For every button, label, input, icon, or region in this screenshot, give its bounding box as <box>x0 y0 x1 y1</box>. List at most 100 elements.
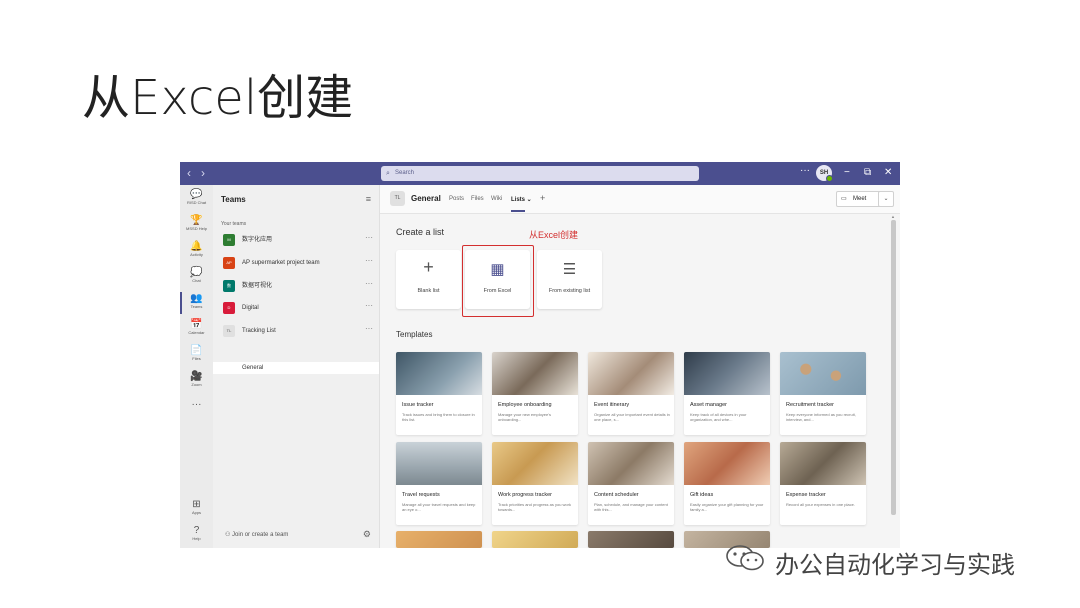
rail-item-risd-chat[interactable]: 💬 RISD Chat <box>180 189 213 206</box>
wechat-icon <box>726 545 764 571</box>
teams-panel-title: Teams <box>221 195 246 204</box>
rail-item-files[interactable]: 📄 Files <box>180 345 213 362</box>
template-card[interactable]: Event itinerary Organize all your import… <box>588 352 674 435</box>
team-item[interactable]: M 数字化应用 ··· <box>223 233 373 248</box>
rail-item-apps[interactable]: ⊞ Apps <box>180 499 213 516</box>
filter-icon[interactable]: ≡ <box>366 194 371 204</box>
teams-icon: 👥 <box>190 293 203 304</box>
team-item[interactable]: 数 数据可视化 ··· <box>223 279 373 294</box>
rail-item-teams[interactable]: 👥 Teams <box>180 293 213 310</box>
gear-icon[interactable]: ⚙ <box>363 529 371 540</box>
tab-files[interactable]: Files <box>471 196 484 202</box>
rail-item-mssd-help[interactable]: 🏆 MSSD Help <box>180 215 213 232</box>
tab-wiki[interactable]: Wiki <box>491 196 502 202</box>
rail-item-chat[interactable]: 💭 Chat <box>180 267 213 284</box>
template-card[interactable]: Expense tracker Record all your expenses… <box>780 442 866 525</box>
card-label: Blank list <box>417 288 440 294</box>
rail-label: Zoom <box>191 382 202 387</box>
team-more-button[interactable]: ··· <box>365 324 373 333</box>
template-card[interactable]: Asset manager Keep track of all devices … <box>684 352 770 435</box>
tab-posts[interactable]: Posts <box>449 196 464 202</box>
video-camera-icon: 🎥 <box>190 371 203 382</box>
file-icon: 📄 <box>190 345 203 356</box>
rail-item-help[interactable]: ? Help <box>180 525 213 542</box>
rail-label: Activity <box>190 252 203 257</box>
template-title: Expense tracker <box>786 492 826 498</box>
close-button[interactable]: ✕ <box>884 166 892 180</box>
meet-button[interactable]: ▭ Meet <box>836 191 882 207</box>
minimize-button[interactable]: − <box>844 166 850 180</box>
from-existing-list-card[interactable]: ☰ From existing list <box>537 250 602 309</box>
template-card[interactable]: Gift ideas Easily organize your gift pla… <box>684 442 770 525</box>
template-thumbnail <box>684 352 770 395</box>
team-name: 数字化应用 <box>242 237 273 243</box>
template-card[interactable] <box>588 531 674 548</box>
list-icon: ☰ <box>562 261 577 278</box>
team-avatar: AP <box>223 257 235 269</box>
teams-panel: Teams ≡ Your teams M 数字化应用 ··· AP AP sup… <box>213 185 380 548</box>
meet-label: Meet <box>853 196 867 202</box>
team-avatar: 数 <box>223 280 235 292</box>
your-teams-label: Your teams <box>221 221 247 227</box>
avatar[interactable]: SH <box>816 165 833 182</box>
template-thumbnail <box>396 531 482 548</box>
template-card[interactable]: Employee onboarding Manage your new empl… <box>492 352 578 435</box>
template-title: Content scheduler <box>594 492 639 498</box>
template-card[interactable]: Recruitment tracker Keep everyone inform… <box>780 352 866 435</box>
video-camera-icon: ▭ <box>841 196 847 202</box>
search-placeholder: Search <box>395 170 415 176</box>
meet-dropdown-button[interactable]: ⌄ <box>878 191 894 207</box>
template-description: Organize all your important event detail… <box>594 412 670 422</box>
template-card[interactable]: Issue tracker Track issues and bring the… <box>396 352 482 435</box>
presence-dot <box>826 175 833 182</box>
template-title: Issue tracker <box>402 402 434 408</box>
rail-item-zoom[interactable]: 🎥 Zoom <box>180 371 213 388</box>
team-more-button[interactable]: ··· <box>365 279 373 288</box>
template-card[interactable] <box>492 531 578 548</box>
rail-item-calendar[interactable]: 📅 Calendar <box>180 319 213 336</box>
tab-lists[interactable]: Lists ⌄ <box>511 196 532 203</box>
add-tab-button[interactable]: + <box>540 193 545 203</box>
channel-item-general[interactable]: General <box>213 362 379 374</box>
template-description: Easily organize your gift planning for y… <box>690 502 764 512</box>
more-options-button[interactable]: ··· <box>800 165 810 176</box>
search-input[interactable]: ⌕ Search <box>381 166 699 181</box>
template-thumbnail <box>588 442 674 485</box>
template-card[interactable]: Work progress tracker Track priorities a… <box>492 442 578 525</box>
channel-team-avatar: TL <box>390 191 405 206</box>
trophy-icon: 🏆 <box>190 215 203 226</box>
plus-icon: + <box>423 257 434 277</box>
join-create-team-button[interactable]: ⚇ Join or create a team <box>225 531 288 538</box>
blank-list-card[interactable]: + Blank list <box>396 250 461 309</box>
team-more-button[interactable]: ··· <box>365 233 373 242</box>
team-item[interactable]: TL Tracking List ··· <box>223 324 373 339</box>
template-card[interactable]: Content scheduler Plan, schedule, and ma… <box>588 442 674 525</box>
restore-button[interactable]: ⧉ <box>864 166 871 180</box>
rail-item-activity[interactable]: 🔔 Activity <box>180 241 213 258</box>
slide-title: 从Excel创建 <box>82 70 354 126</box>
team-item[interactable]: AP AP supermarket project team ··· <box>223 256 373 271</box>
active-tab-indicator <box>511 210 525 212</box>
people-add-icon: ⚇ <box>225 532 233 538</box>
template-card[interactable] <box>396 531 482 548</box>
teams-window: ‹ › ⌕ Search ··· SH − ⧉ ✕ 💬 RISD Chat 🏆 … <box>180 162 900 548</box>
team-avatar: D <box>223 302 235 314</box>
team-more-button[interactable]: ··· <box>365 301 373 310</box>
rail-label: RISD Chat <box>186 200 207 205</box>
team-more-button[interactable]: ··· <box>365 256 373 265</box>
template-description: Manage your new employee's onboarding... <box>498 412 552 422</box>
template-thumbnail <box>684 442 770 485</box>
template-thumbnail <box>492 531 578 548</box>
forward-button[interactable]: › <box>201 166 205 180</box>
app-rail: 💬 RISD Chat 🏆 MSSD Help 🔔 Activity 💭 Cha… <box>180 185 213 548</box>
template-card[interactable]: Travel requests Manage all your travel r… <box>396 442 482 525</box>
template-description: Plan, schedule, and manage your content … <box>594 502 668 512</box>
apps-icon: ⊞ <box>192 499 201 510</box>
back-button[interactable]: ‹ <box>187 166 191 180</box>
scrollbar[interactable] <box>891 220 896 515</box>
team-item[interactable]: D Digital ··· <box>223 301 373 316</box>
rail-more-button[interactable]: ··· <box>180 399 213 410</box>
template-thumbnail <box>780 352 866 395</box>
template-thumbnail <box>492 442 578 485</box>
scroll-up-arrow[interactable]: ▲ <box>891 214 895 219</box>
